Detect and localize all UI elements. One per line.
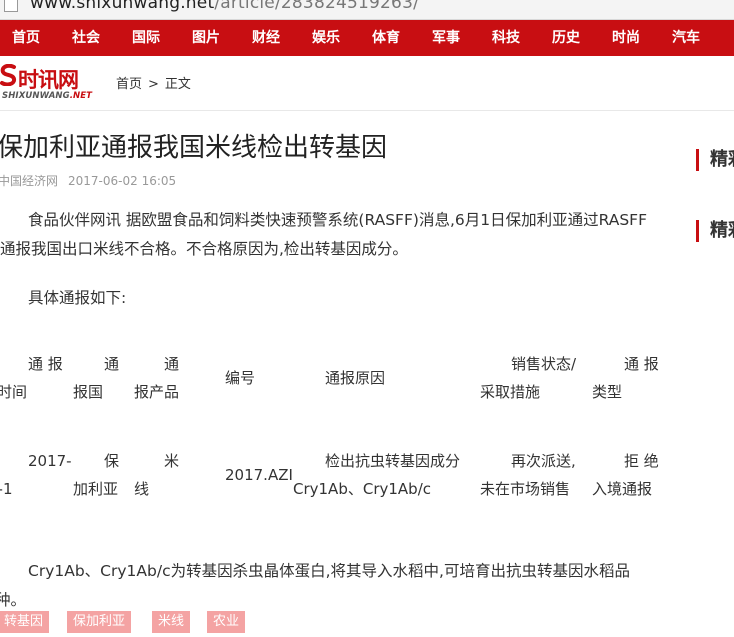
logo-en-main: SHIXUNWANG	[2, 91, 70, 101]
sidebar-heading-2: 精彩	[696, 220, 734, 242]
td-product-2: 线	[134, 480, 150, 498]
nav-item-sports[interactable]: 体育	[372, 20, 400, 56]
article-meta: 中国经济网 2017-06-02 16:05	[0, 172, 176, 189]
th-date-1: 通 报	[28, 355, 63, 373]
url-path: /article/283824519263/	[214, 0, 420, 13]
tag-gmo[interactable]: 转基因	[0, 611, 50, 633]
td-type-1: 拒 绝	[624, 452, 659, 470]
nav-item-home[interactable]: 首页	[12, 20, 40, 56]
url-text[interactable]: www.shixunwang.net/article/283824519263/	[30, 0, 419, 13]
article-paragraph-3: Cry1Ab、Cry1Ab/c为转基因杀虫晶体蛋白,将其导入水稻中,可培育出抗虫…	[0, 557, 675, 615]
nav-item-finance[interactable]: 财经	[252, 20, 280, 56]
td-date-2: 6-1	[0, 480, 13, 498]
breadcrumb-home[interactable]: 首页	[116, 77, 142, 92]
article-paragraph-2: 具体通报如下:	[28, 289, 127, 307]
td-country-1: 保	[104, 452, 120, 470]
logo-s-icon	[0, 64, 17, 86]
url-domain: www.shixunwang.net	[30, 0, 215, 13]
article-paragraph-1: 食品伙伴网讯 据欧盟食品和饲料类快速预警系统(RASFF)消息,6月1日保加利亚…	[0, 206, 670, 264]
tag-bulgaria[interactable]: 保加利亚	[67, 611, 132, 633]
td-type-2: 入境通报	[592, 480, 653, 498]
th-product-2: 报产品	[134, 383, 180, 401]
main-nav: 首页 社会 国际 图片 财经 娱乐 体育 军事 科技 历史 时尚 汽车 都	[0, 20, 734, 56]
td-reason-2: Cry1Ab、Cry1Ab/c	[293, 480, 431, 498]
nav-item-history[interactable]: 历史	[552, 20, 580, 56]
th-country-2: 报国	[73, 383, 104, 401]
logo-cn: 时讯网	[18, 68, 79, 92]
th-reason: 通报原因	[325, 369, 386, 387]
nav-item-society[interactable]: 社会	[72, 20, 100, 56]
td-status-2: 未在市场销售	[480, 480, 571, 498]
tag-rice-noodle[interactable]: 米线	[152, 611, 191, 633]
header-row: 时讯网 SHIXUNWANG.NET 首页 > 正文	[0, 56, 734, 111]
td-country-2: 加利亚	[73, 480, 119, 498]
article-date: 2017-06-02 16:05	[68, 174, 177, 188]
breadcrumb-current: 正文	[164, 77, 191, 92]
td-number: 2017.AZI	[225, 466, 293, 484]
site-logo[interactable]: 时讯网 SHIXUNWANG.NET	[0, 64, 100, 104]
article-title: 保加利亚通报我国米线检出转基因	[0, 133, 388, 163]
th-status-2: 采取措施	[480, 383, 541, 401]
sidebar-heading-1: 精彩	[696, 149, 734, 171]
td-product-1: 米	[164, 452, 180, 470]
td-date-1: 2017-	[28, 452, 72, 470]
nav-item-tech[interactable]: 科技	[492, 20, 520, 56]
nav-item-military[interactable]: 军事	[432, 20, 460, 56]
breadcrumb-separator: >	[148, 77, 159, 92]
logo-en: SHIXUNWANG.NET	[2, 91, 92, 101]
address-bar[interactable]: www.shixunwang.net/article/283824519263/	[0, 0, 734, 20]
paragraph-3-line-1: Cry1Ab、Cry1Ab/c为转基因杀虫晶体蛋白,将其导入水稻中,可培育出抗虫…	[28, 562, 630, 580]
nav-item-auto[interactable]: 汽车	[672, 20, 700, 56]
th-type-2: 类型	[592, 383, 623, 401]
logo-en-net: .NET	[69, 91, 93, 101]
breadcrumb: 首页 > 正文	[116, 73, 191, 92]
article-source[interactable]: 中国经济网	[0, 174, 58, 188]
tag-agriculture[interactable]: 农业	[207, 611, 246, 633]
nav-item-pictures[interactable]: 图片	[192, 20, 220, 56]
paragraph-1-line-2: 通报我国出口米线不合格。不合格原因为,检出转基因成分。	[0, 240, 408, 258]
th-status-1: 销售状态/	[511, 355, 577, 373]
th-country-1: 通	[104, 355, 120, 373]
td-reason-1: 检出抗虫转基因成分	[325, 452, 461, 470]
paragraph-1-line-1: 食品伙伴网讯 据欧盟食品和饲料类快速预警系统(RASFF)消息,6月1日保加利亚…	[28, 211, 648, 229]
th-date-2: 时间	[0, 383, 28, 401]
nav-item-fashion[interactable]: 时尚	[612, 20, 640, 56]
th-product-1: 通	[164, 355, 180, 373]
nav-item-entertainment[interactable]: 娱乐	[312, 20, 340, 56]
th-number: 编号	[225, 369, 256, 387]
nav-item-international[interactable]: 国际	[132, 20, 160, 56]
page-icon	[4, 0, 18, 12]
th-type-1: 通 报	[624, 355, 659, 373]
td-status-1: 再次派送,	[511, 452, 576, 470]
